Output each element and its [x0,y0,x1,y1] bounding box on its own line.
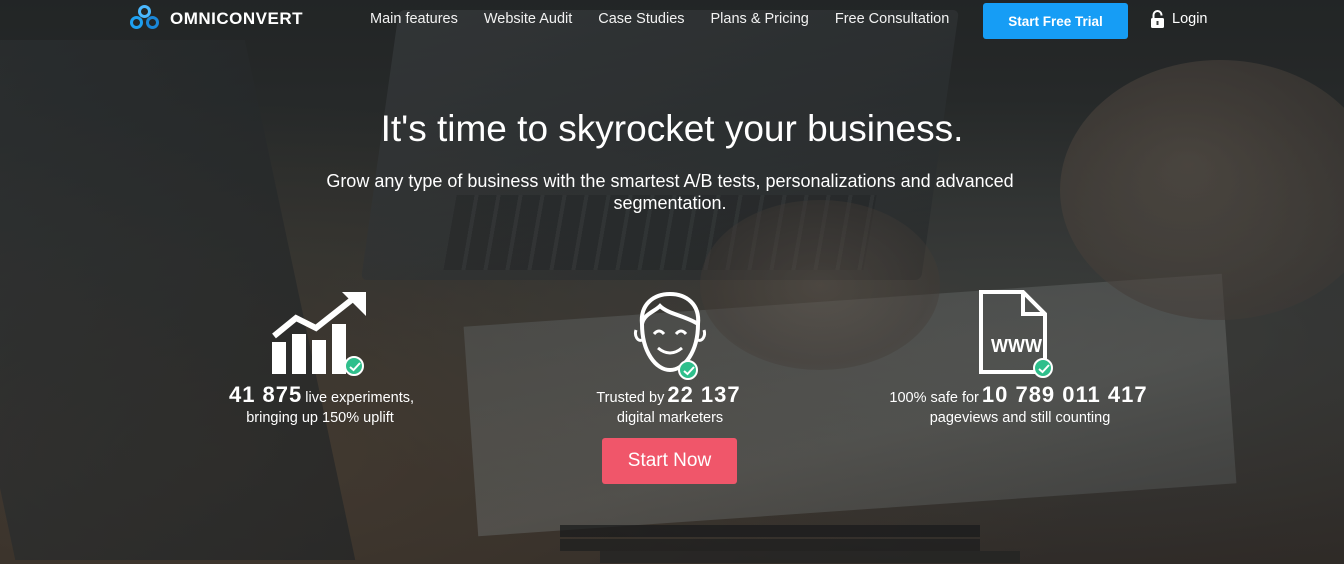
stat-marketers-line2: digital marketers [616,410,724,426]
nav-website-audit[interactable]: Website Audit [484,11,572,27]
check-icon [1033,358,1053,378]
check-icon [678,360,698,380]
brand-logo[interactable]: OMNICONVERT [130,5,303,33]
brand-name: OMNICONVERT [170,9,303,28]
hero-subheadline: Grow any type of business with the smart… [326,171,1014,213]
hero-headline: It's time to skyrocket your business. [380,108,964,149]
growth-chart-icon [270,290,370,376]
login-link[interactable]: Login [1150,10,1207,28]
start-now-button[interactable]: Start Now [602,438,737,484]
stat-experiments-line2: bringing up 150% uplift [246,410,394,426]
nav-plans-pricing[interactable]: Plans & Pricing [711,11,809,27]
nav-free-consultation[interactable]: Free Consultation [835,11,949,27]
nav-links: Main features Website Audit Case Studies… [370,11,975,27]
stat-marketers: Trusted by 22 137 digital marketers [550,290,790,426]
stat-pageviews: WWW 100% safe for 10 789 011 417 pageview… [870,290,1170,426]
logo-icon [130,5,162,33]
check-icon [344,356,364,376]
stat-experiments-number: 41 875 [228,382,303,407]
stat-marketers-number: 22 137 [667,382,741,407]
hero-section: OMNICONVERT Main features Website Audit … [0,0,1344,564]
stat-pageviews-line2: pageviews and still counting [929,410,1111,426]
stat-pageviews-line1: 100% safe for 10 789 011 417 [889,382,1148,407]
lock-icon [1151,10,1164,28]
stat-experiments: 41 875 live experiments, bringing up 150%… [200,290,440,426]
nav-case-studies[interactable]: Case Studies [598,11,684,27]
login-label: Login [1172,11,1208,27]
www-document-icon: WWW [977,290,1063,378]
top-navigation: OMNICONVERT Main features Website Audit … [0,0,1344,40]
smiling-face-icon [630,290,710,380]
stat-pageviews-number: 10 789 011 417 [981,382,1148,407]
nav-main-features[interactable]: Main features [370,11,458,27]
start-free-trial-button[interactable]: Start Free Trial [983,3,1128,39]
stat-marketers-line1: Trusted by 22 137 [596,382,741,407]
stat-experiments-line1: 41 875 live experiments, [228,382,415,407]
svg-text:WWW: WWW [991,336,1042,356]
